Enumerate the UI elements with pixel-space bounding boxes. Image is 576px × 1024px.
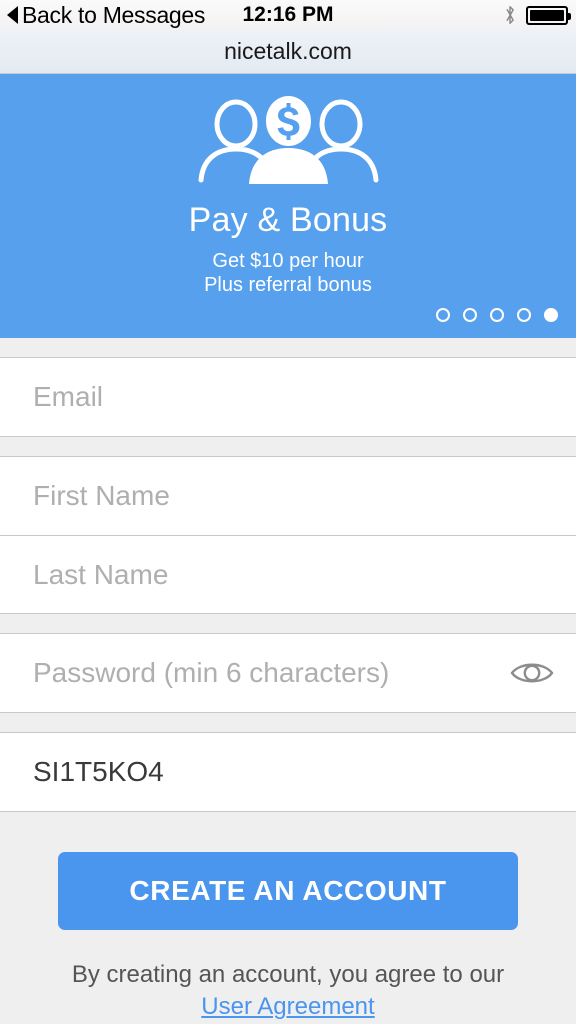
back-to-messages-button[interactable]: Back to Messages [0, 2, 205, 29]
carousel-dot-2[interactable] [463, 308, 477, 322]
form-spacer [0, 338, 576, 357]
hero-subtitle-line-1: Get $10 per hour [212, 250, 364, 272]
back-caret-icon [7, 6, 18, 24]
carousel-dot-3[interactable] [490, 308, 504, 322]
legal-footer: By creating an account, you agree to our… [0, 930, 576, 1024]
password-field[interactable]: Password (min 6 characters) [0, 634, 576, 712]
hero-title: Pay & Bonus [188, 201, 388, 239]
last-name-field[interactable]: Last Name [0, 535, 576, 613]
email-group: Email [0, 357, 576, 437]
referral-code-group: SI1T5KO4 [0, 732, 576, 812]
ios-status-bar: Back to Messages 12:16 PM [0, 0, 576, 30]
email-placeholder: Email [33, 381, 104, 412]
url-host-label: nicetalk.com [224, 38, 352, 64]
referral-code-field[interactable]: SI1T5KO4 [0, 733, 576, 811]
legal-footer-text: By creating an account, you agree to our [71, 961, 505, 988]
eye-icon[interactable] [508, 657, 556, 689]
group-of-people-with-dollar-icon [198, 96, 378, 184]
carousel-dot-1[interactable] [436, 308, 450, 322]
promo-hero-banner: Pay & Bonus Get $10 per hour Plus referr… [0, 74, 576, 338]
carousel-pagination[interactable] [436, 308, 558, 322]
form-spacer [0, 437, 576, 456]
first-name-placeholder: First Name [33, 480, 170, 511]
last-name-placeholder: Last Name [33, 558, 169, 590]
battery-full-icon [526, 5, 571, 25]
email-field[interactable]: Email [0, 358, 576, 436]
first-name-field[interactable]: First Name [0, 457, 576, 535]
status-bar-indicators [503, 0, 571, 30]
carousel-dot-5[interactable] [544, 308, 558, 322]
cta-container: CREATE AN ACCOUNT [0, 812, 576, 930]
password-placeholder: Password (min 6 characters) [33, 657, 390, 688]
back-to-messages-label: Back to Messages [22, 1, 206, 28]
form-spacer [0, 614, 576, 633]
mobile-signup-screen: Back to Messages 12:16 PM nicetalk.com P… [0, 0, 576, 1024]
name-group: First Name Last Name [0, 456, 576, 614]
signup-form: Email First Name Last Name Password (min… [0, 338, 576, 812]
hero-subtitle-line-2: Plus referral bonus [204, 274, 372, 297]
referral-code-value: SI1T5KO4 [33, 756, 164, 787]
carousel-dot-4[interactable] [517, 308, 531, 322]
browser-url-bar[interactable]: nicetalk.com [0, 30, 576, 74]
create-account-button[interactable]: CREATE AN ACCOUNT [58, 852, 518, 930]
user-agreement-link[interactable]: User Agreement [0, 991, 576, 1023]
password-group: Password (min 6 characters) [0, 633, 576, 713]
hero-subtitle: Get $10 per hour Plus referral bonus [204, 249, 372, 298]
bluetooth-icon [506, 6, 514, 24]
form-spacer [0, 713, 576, 732]
